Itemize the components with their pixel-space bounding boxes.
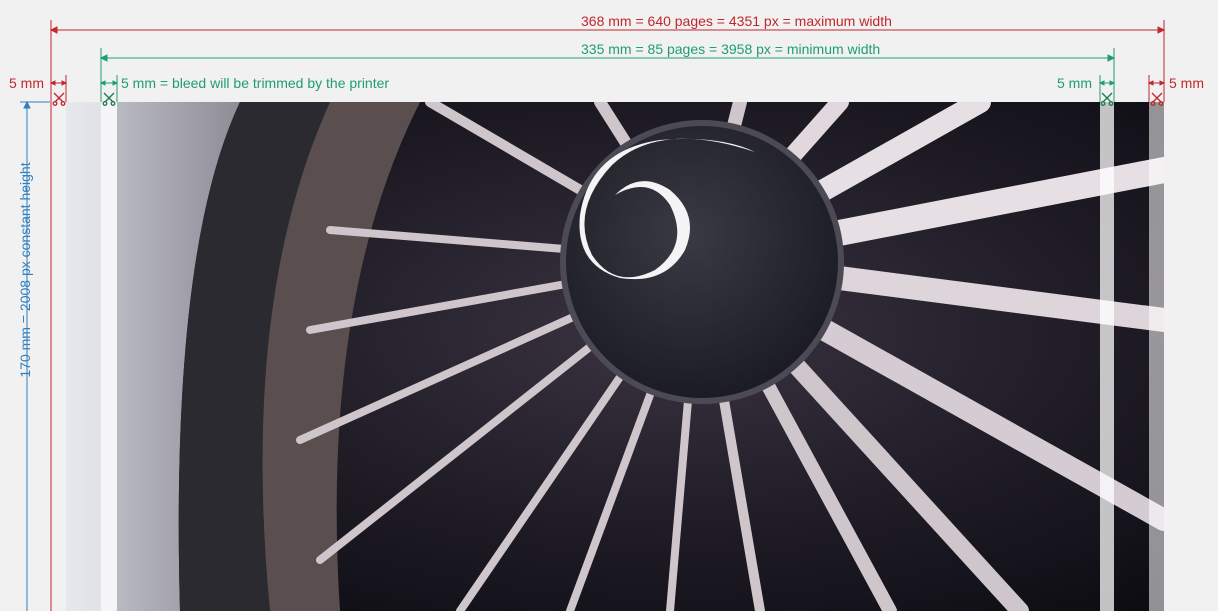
- bleed-right-outer-label: 5 mm: [1169, 75, 1204, 91]
- scissors-icon: [1100, 92, 1114, 106]
- scissors-icon: [102, 92, 116, 106]
- bleed-note-label: 5 mm = bleed will be trimmed by the prin…: [121, 75, 390, 91]
- bleed-right-inner-label: 5 mm: [1057, 75, 1092, 91]
- jet-engine-photo: [66, 102, 1164, 611]
- min-width-label: 335 mm = 85 pages = 3958 px = minimum wi…: [581, 41, 881, 57]
- bleed-left-outer-label: 5 mm: [9, 75, 44, 91]
- scissors-icon: [52, 92, 66, 106]
- height-label: 170 mm = 2008 px constant height: [17, 162, 33, 378]
- scissors-icon: [1150, 92, 1164, 106]
- max-width-label: 368 mm = 640 pages = 4351 px = maximum w…: [581, 13, 892, 29]
